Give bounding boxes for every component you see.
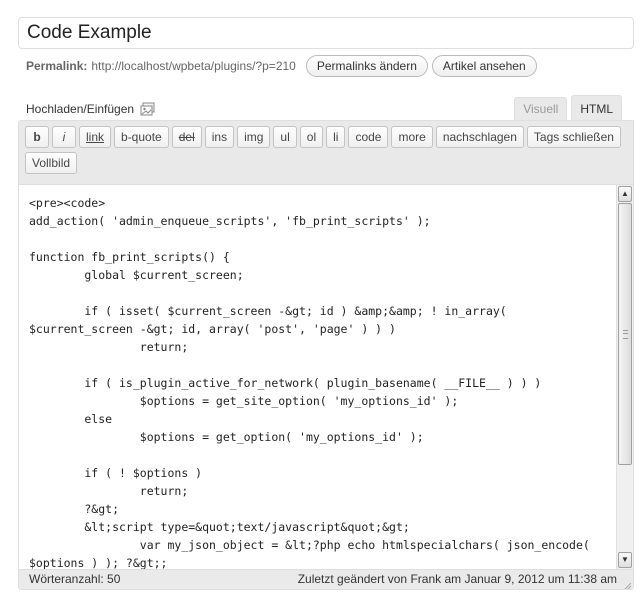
quicktag-li-button[interactable]: li bbox=[326, 126, 346, 148]
scroll-up-arrow-icon[interactable]: ▲ bbox=[618, 186, 632, 202]
quicktags-row: b i link b-quote del ins img ul ol li code more nach… bbox=[25, 126, 633, 178]
code-line: $options ) ); ?&gt;; bbox=[29, 556, 168, 569]
code-line: add_action( 'admin_enqueue_scripts', 'fb… bbox=[29, 214, 431, 228]
code-line: else bbox=[29, 412, 113, 426]
change-permalink-button[interactable]: Permalinks ändern bbox=[305, 55, 428, 77]
code-line: $current_screen -&gt; id, array( 'post',… bbox=[29, 322, 396, 336]
last-edited-info: Zuletzt geändert von Frank am Januar 9, … bbox=[297, 572, 617, 586]
code-line: function fb_print_scripts() { bbox=[29, 250, 230, 264]
code-line: return; bbox=[29, 340, 189, 354]
quicktag-link-button[interactable]: link bbox=[79, 126, 112, 148]
tab-html[interactable]: HTML bbox=[571, 95, 622, 121]
code-line: ?&gt; bbox=[29, 502, 120, 516]
code-line: if ( isset( $current_screen -&gt; id ) &… bbox=[29, 304, 507, 318]
scroll-down-arrow-icon[interactable]: ▼ bbox=[618, 552, 632, 568]
quicktag-del-button[interactable]: del bbox=[171, 126, 202, 148]
quicktag-lookup-button[interactable]: nachschlagen bbox=[435, 126, 524, 148]
quicktag-code-button[interactable]: code bbox=[348, 126, 389, 148]
code-line: $options = get_site_option( 'my_options_… bbox=[29, 394, 459, 408]
permalink-url[interactable]: http://localhost/wpbeta/plugins/?p=210 bbox=[91, 59, 295, 73]
quicktag-close-tags-button[interactable]: Tags schließen bbox=[526, 126, 621, 148]
permalink-label: Permalink: bbox=[26, 59, 88, 73]
upload-insert-label: Hochladen/Einfügen bbox=[26, 102, 135, 116]
permalink-row: Permalink: http://localhost/wpbeta/plugi… bbox=[26, 55, 537, 77]
quicktag-b-button[interactable]: b bbox=[25, 126, 49, 148]
scroll-grip-icon bbox=[623, 330, 628, 339]
editor-status-bar: Wörteranzahl: 50 Zuletzt geändert von Fr… bbox=[19, 569, 633, 589]
quicktag-img-button[interactable]: img bbox=[237, 126, 271, 148]
quicktag-ol-button[interactable]: ol bbox=[299, 126, 324, 148]
code-line: return; bbox=[29, 484, 189, 498]
html-editor: b i link b-quote del ins img ul ol li code more nach… bbox=[18, 120, 634, 590]
content-scrollbar[interactable]: ▲ ▼ bbox=[616, 185, 633, 569]
word-count: Wörteranzahl: 50 bbox=[29, 572, 121, 586]
media-upload-row: Hochladen/Einfügen bbox=[26, 100, 156, 118]
quicktag-fullscreen-button[interactable]: Vollbild bbox=[25, 152, 78, 174]
code-line: &lt;script type=&quot;text/javascript&qu… bbox=[29, 520, 410, 534]
code-line: if ( ! $options ) bbox=[29, 466, 203, 480]
content-textarea[interactable]: <pre><code> add_action( 'admin_enqueue_sc… bbox=[19, 185, 617, 569]
quicktags-toolbar: b i link b-quote del ins img ul ol li code more nach… bbox=[19, 121, 633, 185]
post-editor-page: Permalink: http://localhost/wpbeta/plugi… bbox=[0, 0, 642, 603]
media-icon[interactable] bbox=[140, 102, 156, 116]
code-line: <pre><code> bbox=[29, 196, 106, 210]
code-line: global $current_screen; bbox=[29, 268, 244, 282]
quicktag-i-button[interactable]: i bbox=[52, 126, 76, 148]
tab-visual[interactable]: Visuell bbox=[514, 97, 568, 121]
code-line: if ( is_plugin_active_for_network( plugi… bbox=[29, 376, 542, 390]
code-line: var my_json_object = &lt;?php echo htmls… bbox=[29, 538, 590, 552]
post-title-input[interactable] bbox=[18, 17, 634, 49]
scroll-thumb[interactable] bbox=[618, 203, 632, 465]
quicktag-ul-button[interactable]: ul bbox=[273, 126, 297, 148]
view-post-button[interactable]: Artikel ansehen bbox=[431, 55, 537, 77]
resize-grip-icon[interactable] bbox=[622, 578, 632, 589]
quicktag-more-button[interactable]: more bbox=[391, 126, 433, 148]
editor-mode-tabs: Visuell HTML bbox=[510, 95, 622, 121]
quicktag-ins-button[interactable]: ins bbox=[204, 126, 235, 148]
quicktag-b-quote-button[interactable]: b-quote bbox=[114, 126, 169, 148]
code-line: $options = get_option( 'my_options_id' )… bbox=[29, 430, 424, 444]
